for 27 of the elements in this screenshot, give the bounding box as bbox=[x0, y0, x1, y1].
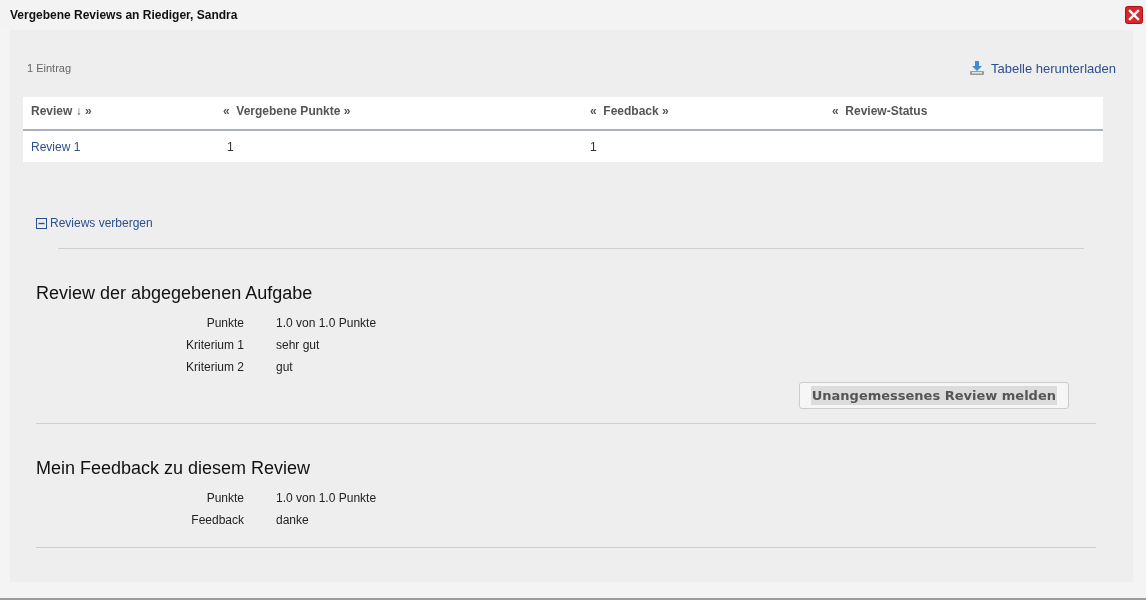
dialog-title: Vergebene Reviews an Riediger, Sandra bbox=[10, 8, 238, 22]
review-link[interactable]: Review 1 bbox=[31, 139, 81, 154]
field-value: 1.0 von 1.0 Punkte bbox=[276, 315, 377, 330]
points-cell: 1 bbox=[227, 139, 234, 154]
report-review-button[interactable]: Unangemessenes Review melden bbox=[798, 381, 1069, 409]
entry-count: 1 Eintrag bbox=[27, 62, 72, 74]
field-value: gut bbox=[276, 359, 294, 374]
column-header[interactable]: « Vergebene Punkte » bbox=[215, 104, 582, 118]
feedback-cell: 1 bbox=[590, 139, 597, 154]
field-label: Kriterium 1 bbox=[185, 337, 244, 352]
field-value: sehr gut bbox=[276, 337, 321, 352]
field-value: 1.0 von 1.0 Punkte bbox=[276, 490, 377, 505]
section-heading: Mein Feedback zu diesem Review bbox=[36, 456, 312, 479]
column-header[interactable]: Review ↓ » bbox=[23, 104, 215, 118]
field-value: danke bbox=[276, 512, 310, 527]
field-label: Kriterium 2 bbox=[185, 359, 244, 374]
field-label: Punkte bbox=[205, 315, 244, 330]
field-label: Punkte bbox=[205, 490, 244, 505]
hide-reviews-link[interactable]: Reviews verbergen bbox=[36, 216, 153, 230]
field-label: Feedback bbox=[190, 512, 244, 527]
column-header[interactable]: « Review-Status bbox=[824, 104, 1103, 118]
close-button[interactable] bbox=[1125, 6, 1143, 24]
download-icon bbox=[968, 60, 985, 76]
section-heading: Review der abgegebenen Aufgabe bbox=[36, 281, 314, 304]
download-table-link[interactable]: Tabelle herunterladen bbox=[968, 60, 1116, 76]
column-header[interactable]: « Feedback » bbox=[582, 104, 824, 118]
close-icon bbox=[1125, 6, 1143, 24]
